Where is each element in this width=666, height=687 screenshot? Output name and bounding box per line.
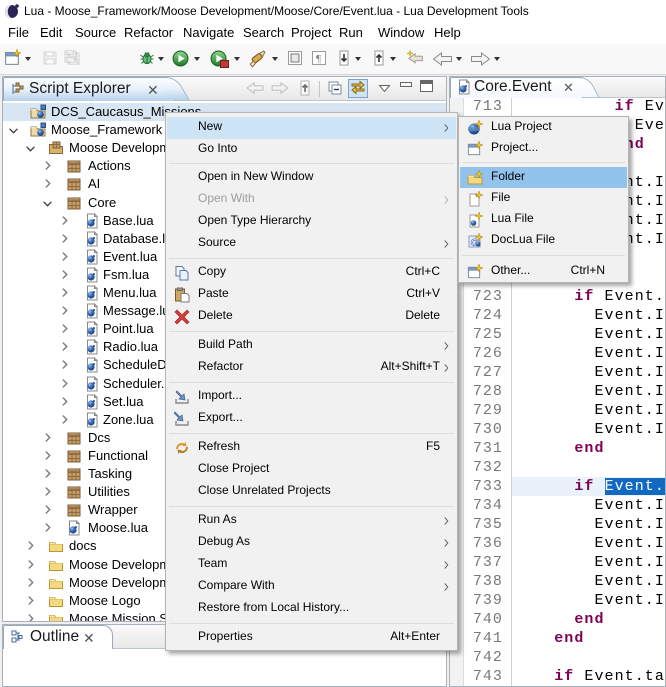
svg-text:¶: ¶ — [316, 53, 321, 65]
